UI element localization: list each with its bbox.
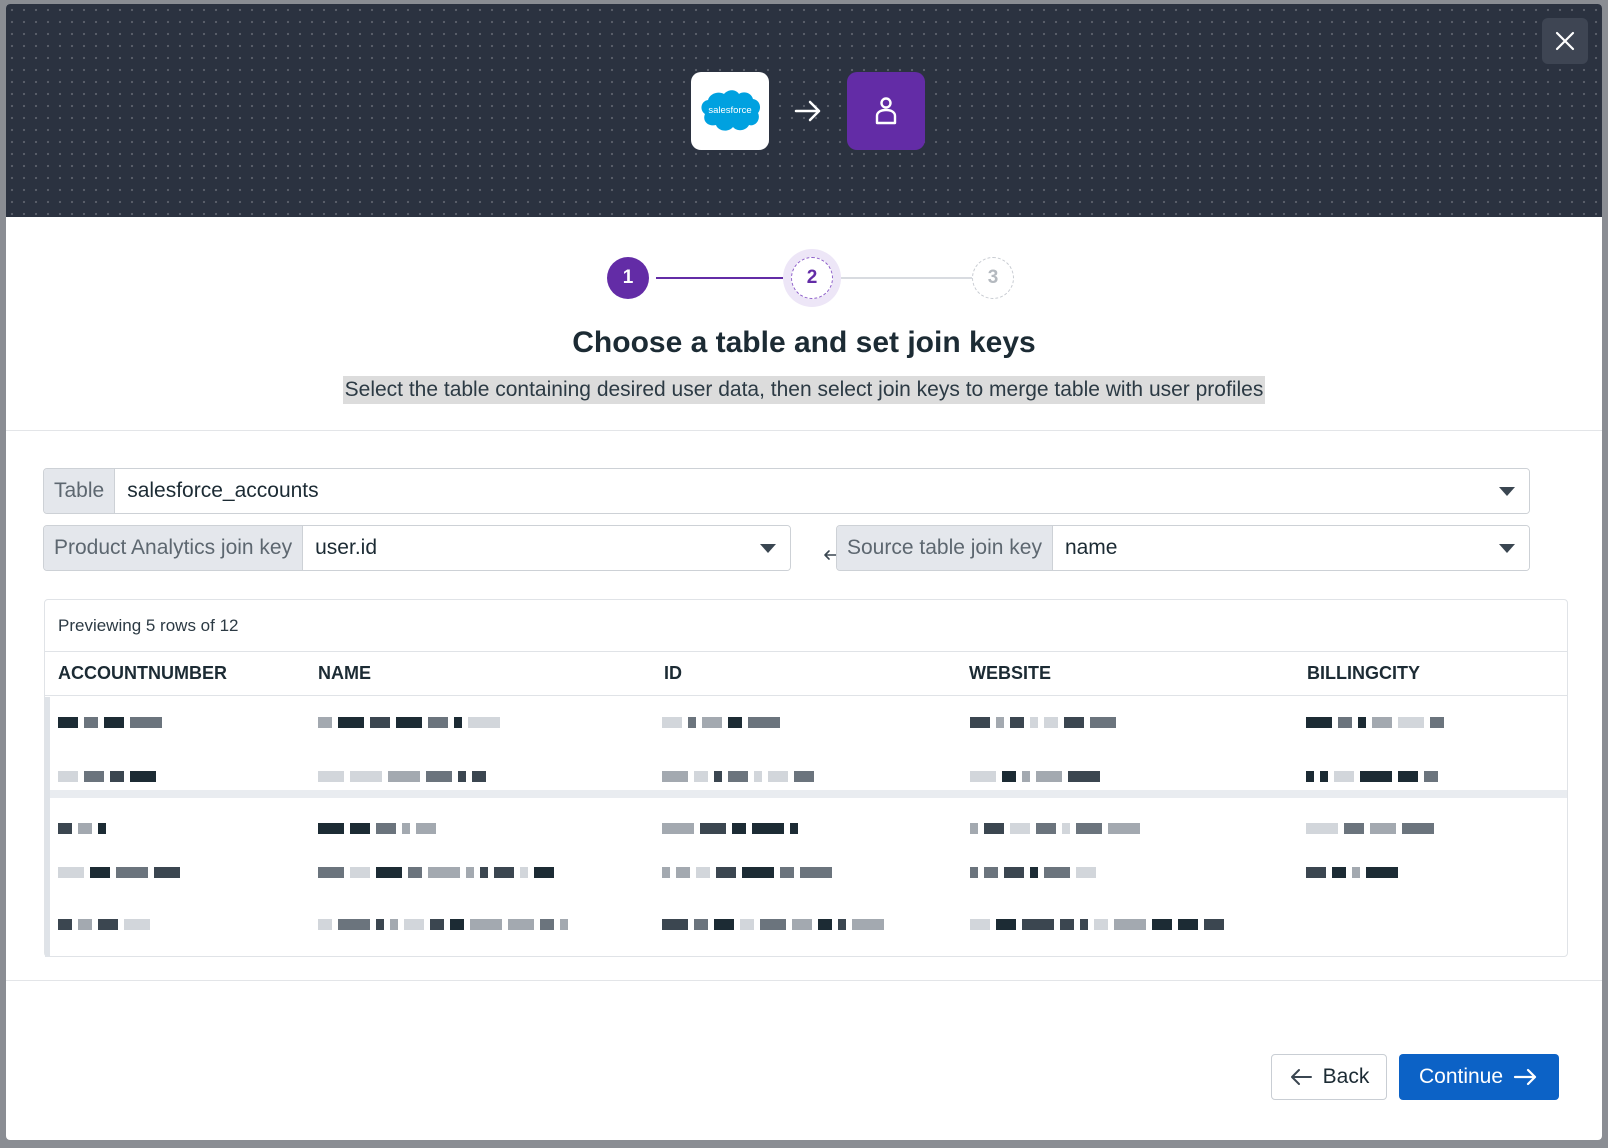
redacted-cell [662,815,798,841]
modal-header-banner: salesforce [6,4,1602,217]
arrow-left-icon [1290,1069,1312,1085]
footer-divider [6,980,1602,981]
redacted-cell [1306,859,1398,885]
step-connector-complete [656,277,783,279]
column-header: ACCOUNTNUMBER [58,663,227,683]
redacted-cell [1306,709,1444,735]
product-join-key-text: user.id [315,536,377,559]
chevron-down-icon [1499,486,1515,496]
table-select-value[interactable]: salesforce_accounts [115,469,1529,513]
redacted-cell [1306,763,1438,789]
preview-table: ACCOUNTNUMBER NAME ID WEBSITE BILLINGCIT… [45,651,1567,957]
redacted-cell [970,709,1116,735]
integration-flow: salesforce [691,72,925,150]
step-1: 1 [607,257,649,299]
table-select-text: salesforce_accounts [127,479,319,502]
arrow-right-icon [769,72,847,150]
back-button[interactable]: Back [1271,1054,1387,1100]
product-join-key-value[interactable]: user.id [303,526,790,570]
row-divider [50,790,1567,798]
table-preview: Previewing 5 rows of 12 ACCOUNTNUMBER NA… [44,599,1568,957]
source-join-key-text: name [1064,536,1118,559]
product-join-key-label: Product Analytics join key [44,526,304,570]
step-2-current: 2 [783,249,841,307]
page-title: Choose a table and set join keys [572,326,1036,359]
step-3: 3 [972,257,1014,299]
close-button[interactable] [1542,18,1588,64]
redacted-cell [970,763,1100,789]
redacted-cell [318,815,436,841]
progress-stepper: 1 2 3 [607,249,1017,307]
step-2-label: 2 [791,257,833,299]
arrow-right-icon [1513,1068,1537,1086]
source-join-key-select[interactable]: Source table join key name [836,525,1530,571]
redacted-cell [58,859,180,885]
redacted-cell [318,763,486,789]
integration-modal: salesforce 1 2 3 Choose a table and set … [6,4,1602,1140]
chevron-down-icon [760,543,776,553]
redacted-cell [318,911,568,937]
redacted-cell [662,911,884,937]
redacted-cell [58,815,106,841]
column-header: BILLINGCITY [1307,663,1420,683]
redacted-cell [318,859,554,885]
source-join-key-label: Source table join key [837,526,1053,570]
redacted-cell [58,709,162,735]
redacted-cell [1306,815,1434,841]
close-icon [1555,31,1575,51]
product-join-key-select[interactable]: Product Analytics join key user.id [43,525,791,571]
user-profile-icon [875,97,897,125]
continue-button-label: Continue [1418,1065,1504,1088]
redacted-cell [662,763,814,789]
continue-button[interactable]: Continue [1399,1054,1559,1100]
source-join-key-value[interactable]: name [1052,526,1529,570]
preview-caption: Previewing 5 rows of 12 [58,616,239,635]
user-profiles-tile [847,72,925,150]
column-header: NAME [318,663,371,683]
redacted-cell [970,815,1140,841]
redacted-cell [970,859,1096,885]
table-header-row: ACCOUNTNUMBER NAME ID WEBSITE BILLINGCIT… [45,652,1567,696]
salesforce-logo-icon: salesforce [701,90,761,131]
column-header: WEBSITE [969,663,1052,683]
redacted-cell [662,709,780,735]
redacted-cell [662,859,832,885]
table-body [45,697,1567,957]
header-divider [6,430,1602,431]
salesforce-logo-text: salesforce [708,105,751,116]
redacted-cell [318,709,500,735]
column-header: ID [664,663,682,683]
back-button-label: Back [1322,1065,1370,1088]
salesforce-logo-tile: salesforce [691,72,769,150]
step-connector-pending [841,277,972,279]
chevron-down-icon [1499,543,1515,553]
table-select[interactable]: Table salesforce_accounts [43,468,1530,514]
page-subtitle: Select the table containing desired user… [342,376,1266,404]
table-select-label: Table [44,469,116,513]
redacted-cell [58,911,150,937]
redacted-cell [970,911,1224,937]
redacted-cell [58,763,156,789]
